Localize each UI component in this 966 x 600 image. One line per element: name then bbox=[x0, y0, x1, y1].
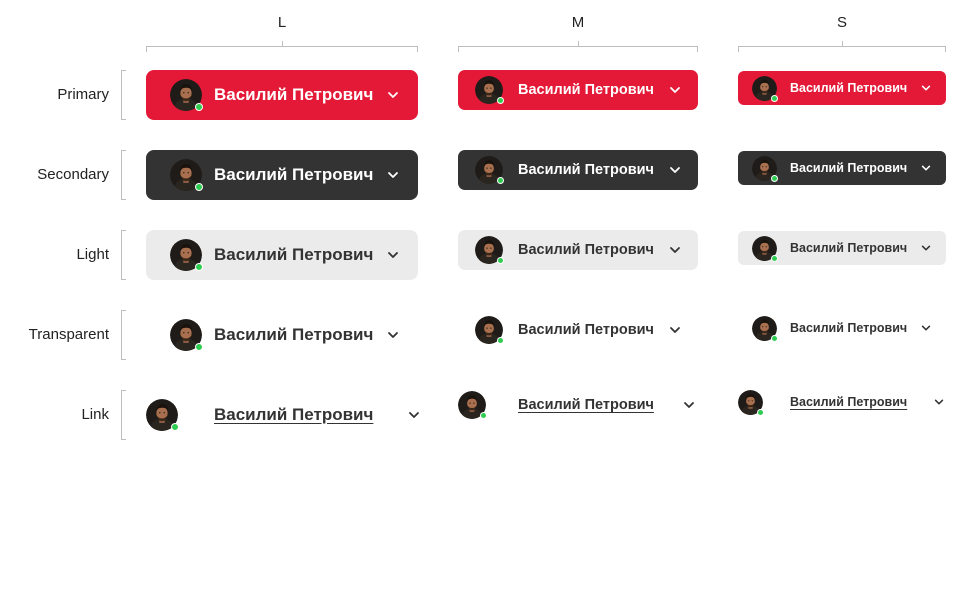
column-header-m: M bbox=[571, 14, 585, 31]
row-bracket-link bbox=[121, 390, 126, 440]
row-label-transparent: Transparent bbox=[28, 326, 109, 343]
chevron-down-icon[interactable] bbox=[682, 398, 696, 412]
user-menu-button-primary-l[interactable]: Василий Петрович bbox=[146, 70, 418, 120]
chevron-down-icon[interactable] bbox=[668, 323, 682, 337]
user-name-label: Василий Петрович bbox=[790, 321, 908, 335]
online-status-icon bbox=[771, 174, 778, 182]
chevron-down-icon[interactable] bbox=[385, 248, 401, 262]
user-name-label: Василий Петрович bbox=[518, 397, 654, 413]
user-menu-button-secondary-m[interactable]: Василий Петрович bbox=[458, 150, 698, 190]
online-status-icon bbox=[195, 343, 203, 351]
chevron-down-icon[interactable] bbox=[385, 168, 401, 182]
user-menu-button-link-m[interactable]: Василий Петрович bbox=[458, 385, 698, 425]
avatar bbox=[475, 156, 504, 184]
online-status-icon bbox=[195, 103, 203, 111]
user-name-label: Василий Петрович bbox=[214, 245, 374, 264]
row-label-link: Link bbox=[81, 406, 109, 423]
user-menu-button-link-l[interactable]: Василий Петрович bbox=[146, 390, 421, 440]
user-name-label: Василий Петрович bbox=[214, 85, 374, 104]
avatar bbox=[458, 391, 487, 419]
user-menu-button-transparent-s[interactable]: Василий Петрович bbox=[738, 311, 946, 345]
user-name-label: Василий Петрович bbox=[214, 325, 374, 344]
row-label-light: Light bbox=[76, 246, 109, 263]
column-header-l: L bbox=[277, 14, 287, 31]
chevron-down-icon[interactable] bbox=[407, 408, 421, 422]
avatar bbox=[146, 399, 179, 431]
user-menu-button-transparent-l[interactable]: Василий Петрович bbox=[146, 310, 418, 360]
chevron-down-icon[interactable] bbox=[668, 83, 682, 97]
chevron-down-icon[interactable] bbox=[385, 328, 401, 342]
avatar bbox=[752, 155, 778, 182]
row-bracket-light bbox=[121, 230, 126, 280]
online-status-icon bbox=[757, 408, 764, 416]
user-name-label: Василий Петрович bbox=[790, 81, 908, 95]
chevron-down-icon[interactable] bbox=[385, 88, 401, 102]
avatar bbox=[752, 235, 778, 262]
user-name-label: Василий Петрович bbox=[518, 82, 654, 98]
user-name-label: Василий Петрович bbox=[790, 241, 908, 255]
row-bracket-transparent bbox=[121, 310, 126, 360]
user-name-label: Василий Петрович bbox=[790, 161, 908, 175]
chevron-down-icon[interactable] bbox=[933, 395, 945, 409]
user-menu-button-light-m[interactable]: Василий Петрович bbox=[458, 230, 698, 270]
avatar bbox=[752, 315, 778, 342]
avatar bbox=[170, 319, 203, 351]
online-status-icon bbox=[497, 177, 504, 184]
row-label-primary: Primary bbox=[57, 86, 109, 103]
row-label-secondary: Secondary bbox=[37, 166, 109, 183]
chevron-down-icon[interactable] bbox=[920, 241, 932, 255]
online-status-icon bbox=[195, 183, 203, 191]
row-bracket-secondary bbox=[121, 150, 126, 200]
user-name-label: Василий Петрович bbox=[790, 395, 908, 409]
chevron-down-icon[interactable] bbox=[920, 161, 932, 175]
user-name-label: Василий Петрович bbox=[214, 405, 374, 424]
online-status-icon bbox=[497, 257, 504, 264]
user-menu-button-light-l[interactable]: Василий Петрович bbox=[146, 230, 418, 280]
chevron-down-icon[interactable] bbox=[668, 243, 682, 257]
row-bracket-primary bbox=[121, 70, 126, 120]
chevron-down-icon[interactable] bbox=[920, 321, 932, 335]
avatar bbox=[475, 316, 504, 344]
online-status-icon bbox=[171, 423, 179, 431]
column-bracket-m bbox=[458, 41, 698, 52]
avatar bbox=[170, 159, 203, 191]
avatar bbox=[738, 389, 764, 416]
online-status-icon bbox=[195, 263, 203, 271]
online-status-icon bbox=[771, 334, 778, 342]
user-menu-button-primary-m[interactable]: Василий Петрович bbox=[458, 70, 698, 110]
avatar bbox=[475, 236, 504, 264]
chevron-down-icon[interactable] bbox=[668, 163, 682, 177]
column-bracket-l bbox=[146, 41, 418, 52]
avatar bbox=[170, 239, 203, 271]
user-menu-button-primary-s[interactable]: Василий Петрович bbox=[738, 71, 946, 105]
online-status-icon bbox=[497, 97, 504, 104]
online-status-icon bbox=[771, 94, 778, 102]
user-name-label: Василий Петрович bbox=[518, 322, 654, 338]
user-menu-button-link-s[interactable]: Василий Петрович bbox=[738, 385, 946, 419]
user-menu-button-secondary-s[interactable]: Василий Петрович bbox=[738, 151, 946, 185]
user-name-label: Василий Петрович bbox=[214, 165, 374, 184]
user-name-label: Василий Петрович bbox=[518, 162, 654, 178]
user-menu-button-light-s[interactable]: Василий Петрович bbox=[738, 231, 946, 265]
avatar bbox=[752, 75, 778, 102]
avatar bbox=[475, 76, 504, 104]
online-status-icon bbox=[497, 337, 504, 344]
online-status-icon bbox=[480, 412, 487, 419]
column-header-s: S bbox=[836, 14, 847, 31]
user-name-label: Василий Петрович bbox=[518, 242, 654, 258]
column-bracket-s bbox=[738, 41, 946, 52]
online-status-icon bbox=[771, 254, 778, 262]
user-menu-button-transparent-m[interactable]: Василий Петрович bbox=[458, 310, 698, 350]
avatar bbox=[170, 79, 203, 111]
user-menu-button-secondary-l[interactable]: Василий Петрович bbox=[146, 150, 418, 200]
chevron-down-icon[interactable] bbox=[920, 81, 932, 95]
